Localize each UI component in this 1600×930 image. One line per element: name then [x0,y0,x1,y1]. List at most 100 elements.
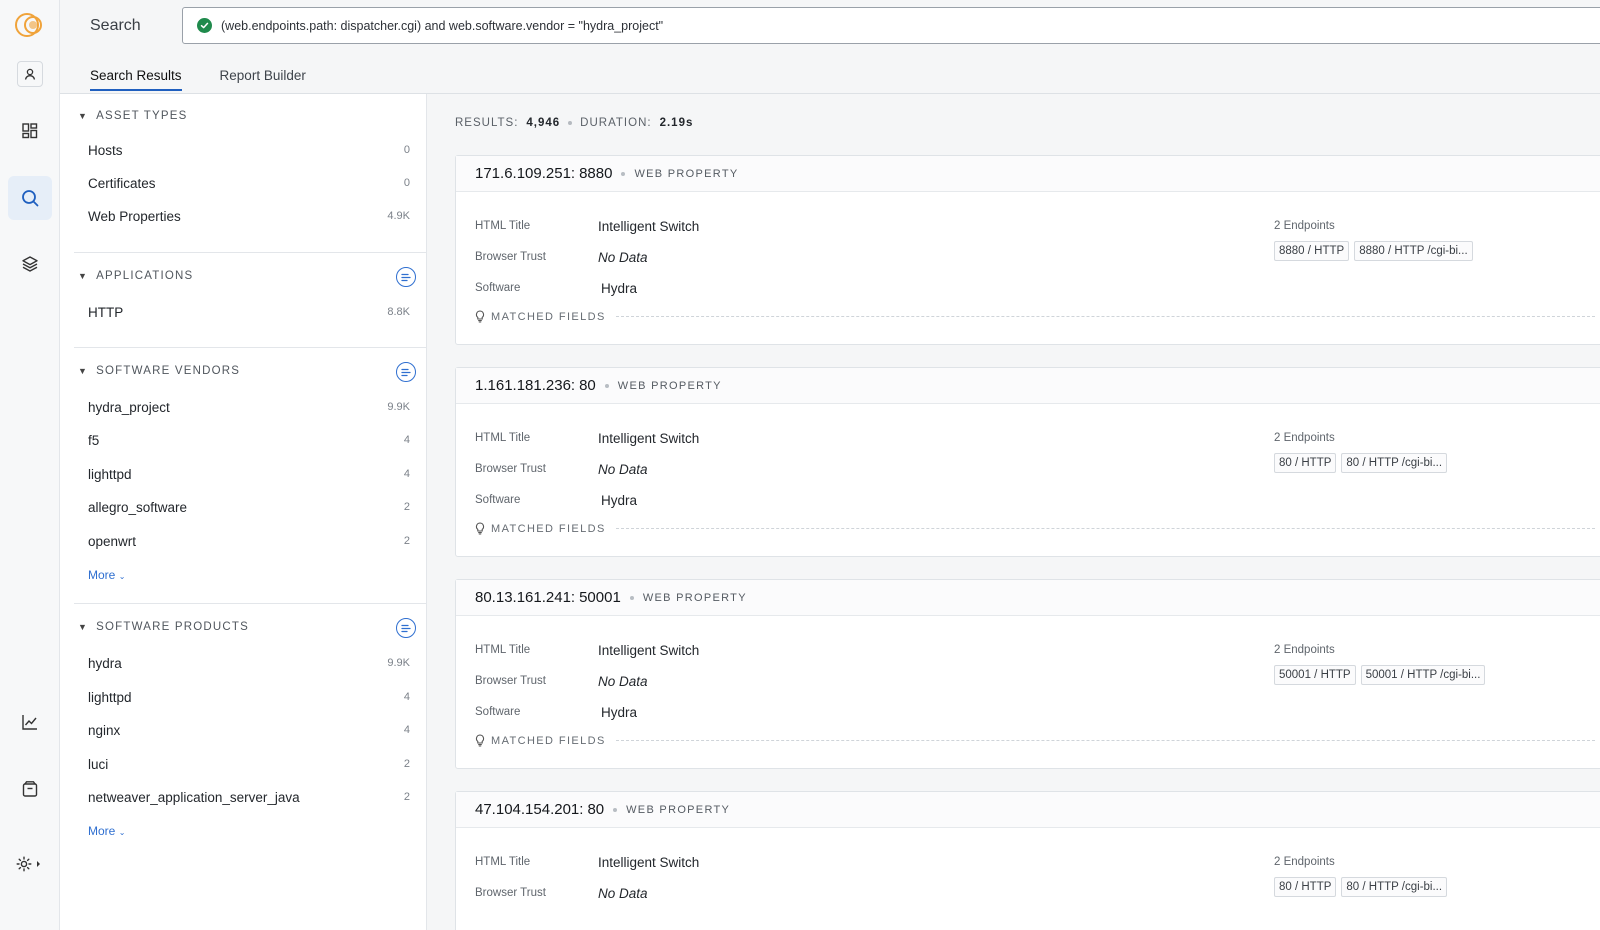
facet-item[interactable]: lighttpd 4 [88,464,410,484]
facet-summary-button[interactable] [396,362,416,382]
more-vendors-link[interactable]: More ⌄ [88,568,125,582]
facet-header[interactable]: ▼ APPLICATIONS [78,270,193,282]
endpoint-tag[interactable]: 80 / HTTP [1274,453,1337,473]
matched-fields-toggle[interactable]: MATCHED FIELDS [475,522,1595,535]
facets-sidebar: ▼ ASSET TYPES Hosts 0 Certificates 0 Web… [60,94,427,930]
facet-item-certificates[interactable]: Certificates 0 [88,173,410,193]
endpoint-tag[interactable]: 50001 / HTTP /cgi-bi... [1360,665,1486,685]
result-kind: WEB PROPERTY [626,803,731,816]
search-input[interactable]: (web.endpoints.path: dispatcher.cgi) and… [182,7,1600,44]
result-ip[interactable]: 47.104.154.201: [475,801,583,818]
facet-item[interactable]: netweaver_application_server_java 2 [88,787,410,807]
facet-asset-types: ▼ ASSET TYPES Hosts 0 Certificates 0 Web… [74,94,426,253]
endpoint-list: 80 / HTTP 80 / HTTP /cgi-bi... [1274,453,1448,473]
html-title-value: Intelligent Switch [598,219,700,234]
result-port[interactable]: 80 [587,801,604,818]
search-icon[interactable] [8,176,52,220]
results-summary: RESULTS: 4,946 DURATION: 2.19s [455,117,694,129]
html-title-value: Intelligent Switch [598,431,700,446]
facet-header[interactable]: ▼ ASSET TYPES [78,110,188,122]
layers-icon[interactable] [8,242,52,286]
search-query[interactable]: (web.endpoints.path: dispatcher.cgi) and… [221,19,663,33]
result-kind: WEB PROPERTY [642,591,747,604]
endpoint-tag[interactable]: 50001 / HTTP [1274,665,1356,685]
settings-icon[interactable] [8,842,52,886]
facet-summary-button[interactable] [396,618,416,638]
html-title-value: Intelligent Switch [598,643,700,658]
facet-header[interactable]: ▼ SOFTWARE PRODUCTS [78,621,249,633]
software-value[interactable]: Hydra [601,705,637,720]
list-icon [401,273,411,281]
archive-icon[interactable] [8,767,52,811]
facet-summary-button[interactable] [396,267,416,287]
facet-item[interactable]: f5 4 [88,430,410,450]
endpoints-label: 2 Endpoints [1274,856,1335,868]
html-title-value: Intelligent Switch [598,855,700,870]
result-card[interactable]: 1.161.181.236: 80 WEB PROPERTY HTML Titl… [455,367,1600,557]
lightbulb-icon [475,734,485,747]
result-card[interactable]: 171.6.109.251: 8880 WEB PROPERTY HTML Ti… [455,155,1600,345]
chevron-down-icon: ▼ [78,271,89,281]
result-card[interactable]: 80.13.161.241: 50001 WEB PROPERTY HTML T… [455,579,1600,769]
more-products-link[interactable]: More ⌄ [88,824,125,838]
list-icon [401,368,411,376]
results-duration: 2.19s [659,117,694,129]
endpoint-list: 8880 / HTTP 8880 / HTTP /cgi-bi... [1274,241,1473,261]
software-value[interactable]: Hydra [601,493,637,508]
result-card-header: 171.6.109.251: 8880 WEB PROPERTY [456,156,1600,192]
facet-header[interactable]: ▼ SOFTWARE VENDORS [78,365,240,377]
result-card-header: 80.13.161.241: 50001 WEB PROPERTY [456,580,1600,616]
software-value[interactable]: Hydra [601,281,637,296]
dashboard-icon[interactable] [8,109,52,153]
chevron-down-icon: ▼ [78,622,89,632]
endpoint-tag[interactable]: 80 / HTTP [1274,877,1337,897]
result-kind: WEB PROPERTY [634,167,739,180]
result-ip[interactable]: 171.6.109.251: [475,165,575,182]
endpoint-tag[interactable]: 80 / HTTP /cgi-bi... [1341,453,1448,473]
facet-item[interactable]: luci 2 [88,754,410,774]
endpoint-tag[interactable]: 8880 / HTTP [1274,241,1350,261]
tab-report-builder[interactable]: Report Builder [220,68,306,91]
chart-icon[interactable] [8,700,52,744]
top-bar: Search (web.endpoints.path: dispatcher.c… [60,0,1600,94]
facet-item[interactable]: nginx 4 [88,720,410,740]
facet-item[interactable]: hydra 9.9K [88,653,410,673]
facet-item[interactable]: hydra_project 9.9K [88,397,410,417]
chevron-down-icon: ⌄ [118,828,126,837]
logo-icon[interactable] [8,3,52,47]
lightbulb-icon [475,522,485,535]
nav-rail [0,0,60,930]
result-ip[interactable]: 80.13.161.241: [475,589,575,606]
endpoint-list: 80 / HTTP 80 / HTTP /cgi-bi... [1274,877,1448,897]
matched-fields-toggle[interactable]: MATCHED FIELDS [475,310,1595,323]
facet-item-http[interactable]: HTTP 8.8K [88,302,410,322]
facet-item[interactable]: openwrt 2 [88,531,410,551]
results-count: 4,946 [526,117,561,129]
browser-trust-value: No Data [598,674,648,689]
result-port[interactable]: 80 [579,377,596,394]
endpoint-list: 50001 / HTTP 50001 / HTTP /cgi-bi... [1274,665,1486,685]
chevron-down-icon: ▼ [78,366,89,376]
browser-trust-value: No Data [598,886,648,901]
browser-trust-value: No Data [598,462,648,477]
lightbulb-icon [475,310,485,323]
result-card[interactable]: 47.104.154.201: 80 WEB PROPERTY HTML Tit… [455,791,1600,930]
result-ip[interactable]: 1.161.181.236: [475,377,575,394]
facet-item[interactable]: lighttpd 4 [88,687,410,707]
result-card-header: 1.161.181.236: 80 WEB PROPERTY [456,368,1600,404]
endpoints-label: 2 Endpoints [1274,432,1335,444]
result-card-header: 47.104.154.201: 80 WEB PROPERTY [456,792,1600,828]
chevron-down-icon: ▼ [78,111,89,121]
facet-item-web-properties[interactable]: Web Properties 4.9K [88,206,410,226]
result-port[interactable]: 50001 [579,589,621,606]
facet-item-hosts[interactable]: Hosts 0 [88,140,410,160]
endpoint-tag[interactable]: 80 / HTTP /cgi-bi... [1341,877,1448,897]
user-icon[interactable] [8,52,52,96]
result-port[interactable]: 8880 [579,165,612,182]
result-kind: WEB PROPERTY [617,379,722,392]
tab-search-results[interactable]: Search Results [90,68,182,91]
endpoint-tag[interactable]: 8880 / HTTP /cgi-bi... [1354,241,1473,261]
matched-fields-toggle[interactable]: MATCHED FIELDS [475,734,1595,747]
chevron-down-icon: ⌄ [118,572,126,581]
facet-item[interactable]: allegro_software 2 [88,497,410,517]
